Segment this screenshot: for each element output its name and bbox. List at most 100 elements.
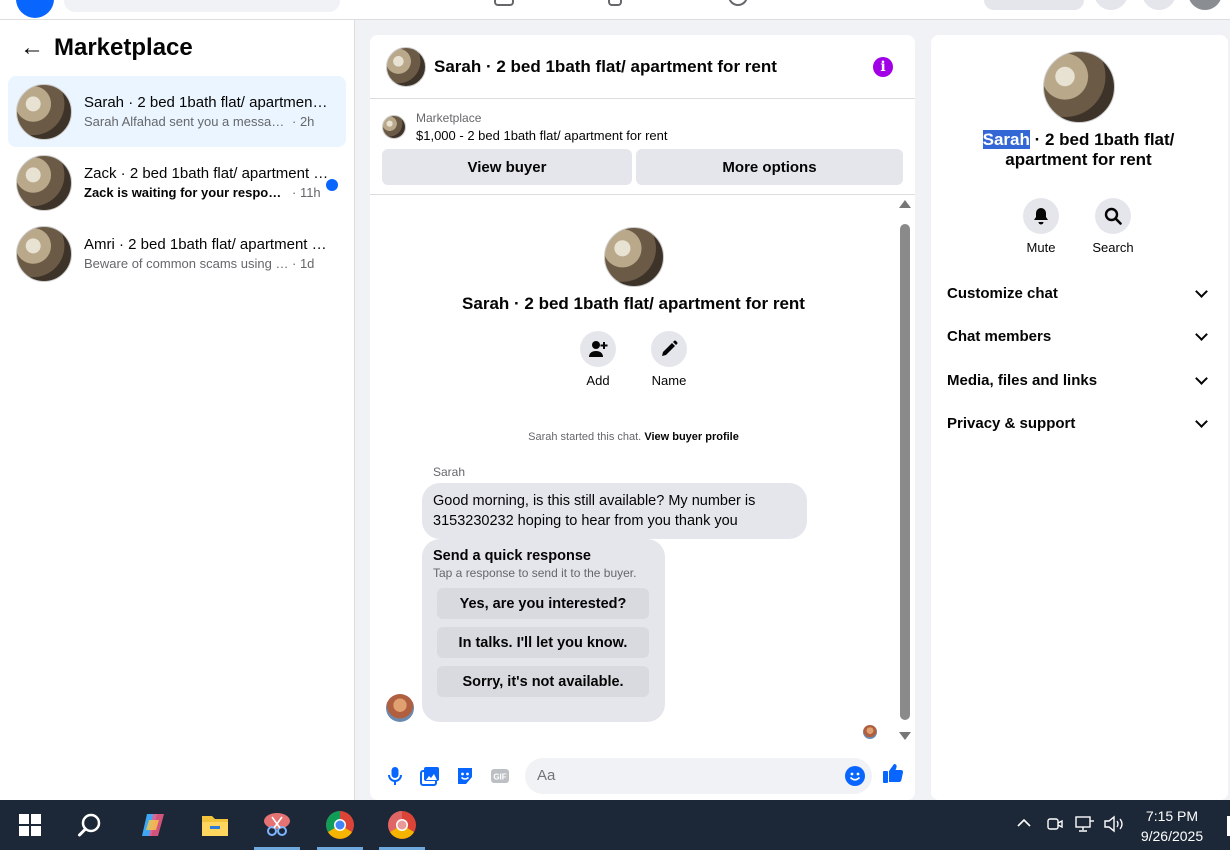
seen-indicator-avatar bbox=[863, 725, 877, 739]
conversation-item-amri[interactable]: Amri · 2 bed 1bath flat/ apartment for r… bbox=[8, 218, 346, 289]
section-label: Customize chat bbox=[947, 284, 1058, 302]
more-options-button[interactable]: More options bbox=[636, 149, 903, 185]
divider bbox=[370, 194, 915, 195]
name-chat-button[interactable]: Name bbox=[639, 331, 699, 388]
listing-thumbnail bbox=[382, 115, 406, 139]
chat-scrollbar[interactable] bbox=[899, 200, 911, 740]
quick-response-button[interactable]: Yes, are you interested? bbox=[437, 588, 649, 619]
menu-grid-icon[interactable] bbox=[1094, 0, 1128, 10]
conversation-title: Zack · 2 bed 1bath flat/ apartment for r… bbox=[84, 165, 329, 182]
scroll-up-arrow-icon[interactable] bbox=[899, 200, 911, 208]
chat-panel: Sarah · 2 bed 1bath flat/ apartment for … bbox=[370, 35, 915, 800]
sticker-icon[interactable] bbox=[454, 765, 476, 787]
clock-time: 7:15 PM bbox=[1145, 808, 1199, 824]
svg-text:GIF: GIF bbox=[493, 772, 506, 781]
search-conversation-button[interactable]: Search bbox=[1083, 198, 1143, 255]
chrome-icon[interactable] bbox=[317, 808, 363, 850]
video-nav-icon[interactable] bbox=[608, 0, 622, 6]
chat-intro-title: Sarah · 2 bed 1bath flat/ apartment for … bbox=[462, 294, 805, 313]
profile-avatar[interactable] bbox=[1188, 0, 1222, 10]
taskbar-search-icon[interactable] bbox=[73, 808, 107, 842]
conversation-list-panel: ← Marketplace Sarah · 2 bed 1bath flat/ … bbox=[0, 20, 355, 800]
info-icon[interactable]: i bbox=[873, 57, 893, 77]
search-label: Search bbox=[1092, 240, 1134, 255]
system-clock[interactable]: 7:15 PM 9/26/2025 bbox=[1134, 806, 1210, 846]
section-chat-members[interactable]: Chat members bbox=[947, 321, 1212, 351]
network-icon[interactable] bbox=[1074, 815, 1096, 838]
view-buyer-button[interactable]: View buyer bbox=[382, 149, 632, 185]
conversation-title: Sarah · 2 bed 1bath flat/ apartment for … bbox=[84, 94, 329, 111]
search-icon bbox=[1095, 198, 1131, 234]
details-title: Sarah · 2 bed 1bath flat/ apartment for … bbox=[961, 130, 1196, 170]
chat-intro-avatar bbox=[604, 227, 664, 287]
selected-text: Sarah bbox=[982, 130, 1030, 149]
chat-avatar[interactable] bbox=[386, 46, 426, 87]
chrome-profile-icon[interactable] bbox=[379, 808, 425, 850]
quick-response-card: Send a quick response Tap a response to … bbox=[422, 539, 665, 722]
bell-icon bbox=[1023, 198, 1059, 234]
back-arrow-icon[interactable]: ← bbox=[20, 34, 54, 62]
camera-icon[interactable] bbox=[1046, 815, 1064, 838]
conversation-time: · 1d bbox=[292, 256, 315, 271]
view-buyer-profile-link[interactable]: View buyer profile bbox=[644, 431, 739, 443]
messenger-icon[interactable] bbox=[1142, 0, 1176, 10]
windows-taskbar: 7:15 PM 9/26/2025 bbox=[0, 800, 1230, 850]
conversation-snippet: Beware of common scams using payment app… bbox=[84, 256, 289, 271]
marketplace-nav-icon[interactable] bbox=[494, 0, 514, 6]
section-label: Media, files and links bbox=[947, 371, 1098, 389]
page-title: Marketplace bbox=[54, 34, 193, 61]
message-bubble[interactable]: Good morning, is this still available? M… bbox=[422, 483, 807, 539]
sender-avatar[interactable] bbox=[386, 694, 414, 722]
chat-header: Sarah · 2 bed 1bath flat/ apartment for … bbox=[370, 35, 915, 99]
show-hidden-icons-chevron-icon[interactable] bbox=[1016, 815, 1032, 836]
facebook-logo-icon[interactable] bbox=[16, 0, 54, 18]
quick-response-button[interactable]: Sorry, it's not available. bbox=[437, 666, 649, 697]
section-customize-chat[interactable]: Customize chat bbox=[947, 278, 1212, 308]
chat-started-note: Sarah started this chat. View buyer prof… bbox=[370, 431, 897, 443]
pencil-icon bbox=[651, 331, 687, 367]
mic-icon[interactable] bbox=[384, 765, 406, 787]
volume-icon[interactable] bbox=[1103, 815, 1127, 838]
facebook-top-bar bbox=[0, 0, 1230, 20]
add-person-button[interactable]: Add bbox=[568, 331, 628, 388]
details-avatar[interactable] bbox=[1043, 51, 1115, 123]
message-composer: GIF bbox=[370, 751, 915, 800]
thumbs-up-icon[interactable] bbox=[882, 762, 904, 789]
gif-icon[interactable]: GIF bbox=[489, 765, 511, 787]
scrollbar-thumb[interactable] bbox=[900, 224, 910, 720]
clock-date: 9/26/2025 bbox=[1140, 828, 1204, 844]
section-privacy-support[interactable]: Privacy & support bbox=[947, 408, 1212, 438]
listing-label: Marketplace bbox=[416, 111, 482, 125]
facebook-search-box[interactable] bbox=[64, 0, 340, 12]
conversation-item-sarah[interactable]: Sarah · 2 bed 1bath flat/ apartment for … bbox=[8, 76, 346, 147]
copilot-icon[interactable] bbox=[136, 808, 170, 842]
listing-thumbnail bbox=[16, 83, 72, 140]
snipping-tool-icon[interactable] bbox=[254, 808, 300, 850]
windows-start-icon[interactable] bbox=[13, 808, 47, 842]
conversation-snippet: Sarah Alfahad sent you a message about y… bbox=[84, 114, 289, 129]
chevron-down-icon bbox=[1195, 327, 1208, 341]
conversation-item-zack[interactable]: Zack · 2 bed 1bath flat/ apartment for r… bbox=[8, 147, 346, 218]
chevron-down-icon bbox=[1195, 414, 1208, 428]
name-label: Name bbox=[651, 373, 687, 388]
section-label: Privacy & support bbox=[947, 414, 1076, 432]
message-input-wrapper bbox=[525, 757, 872, 794]
section-media-files-links[interactable]: Media, files and links bbox=[947, 365, 1212, 395]
chat-title[interactable]: Sarah · 2 bed 1bath flat/ apartment for … bbox=[434, 57, 777, 77]
gallery-icon[interactable] bbox=[419, 765, 441, 787]
create-button[interactable] bbox=[984, 0, 1084, 10]
scroll-down-arrow-icon[interactable] bbox=[899, 732, 911, 740]
quick-response-button[interactable]: In talks. I'll let you know. bbox=[437, 627, 649, 658]
mute-button[interactable]: Mute bbox=[1011, 198, 1071, 255]
conversation-time: · 11h bbox=[292, 185, 321, 200]
chevron-down-icon bbox=[1195, 371, 1208, 385]
add-label: Add bbox=[586, 373, 610, 388]
groups-nav-icon[interactable] bbox=[728, 0, 748, 6]
quick-response-title: Send a quick response bbox=[433, 548, 591, 564]
file-explorer-icon[interactable] bbox=[198, 808, 232, 842]
listing-summary[interactable]: Marketplace $1,000 - 2 bed 1bath flat/ a… bbox=[370, 99, 915, 145]
marketplace-header: ← Marketplace bbox=[0, 20, 354, 76]
message-input[interactable] bbox=[525, 757, 825, 794]
emoji-icon[interactable] bbox=[845, 765, 865, 786]
listing-thumbnail bbox=[16, 154, 72, 211]
